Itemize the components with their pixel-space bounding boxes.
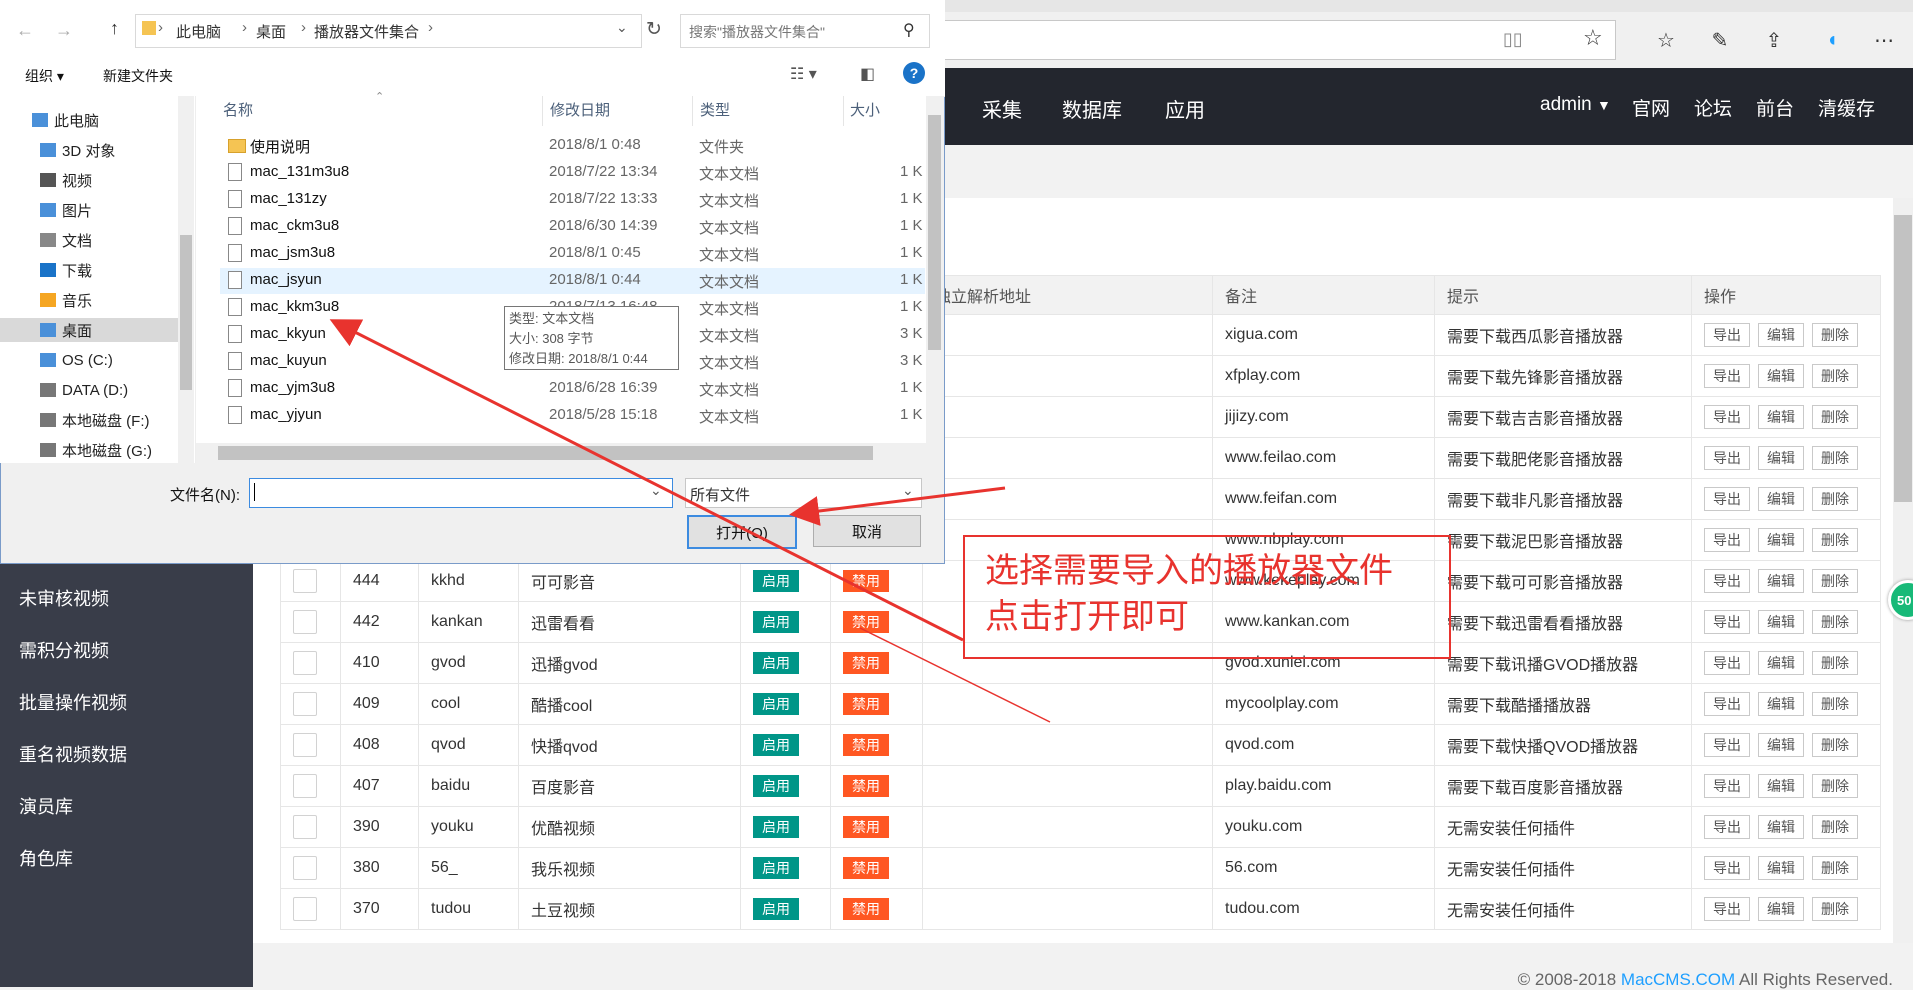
annotation-arrows [329,319,1051,723]
arrow-to-file [329,319,964,642]
arrow-tail [859,627,1051,723]
arrow-to-open-button [789,486,1006,526]
